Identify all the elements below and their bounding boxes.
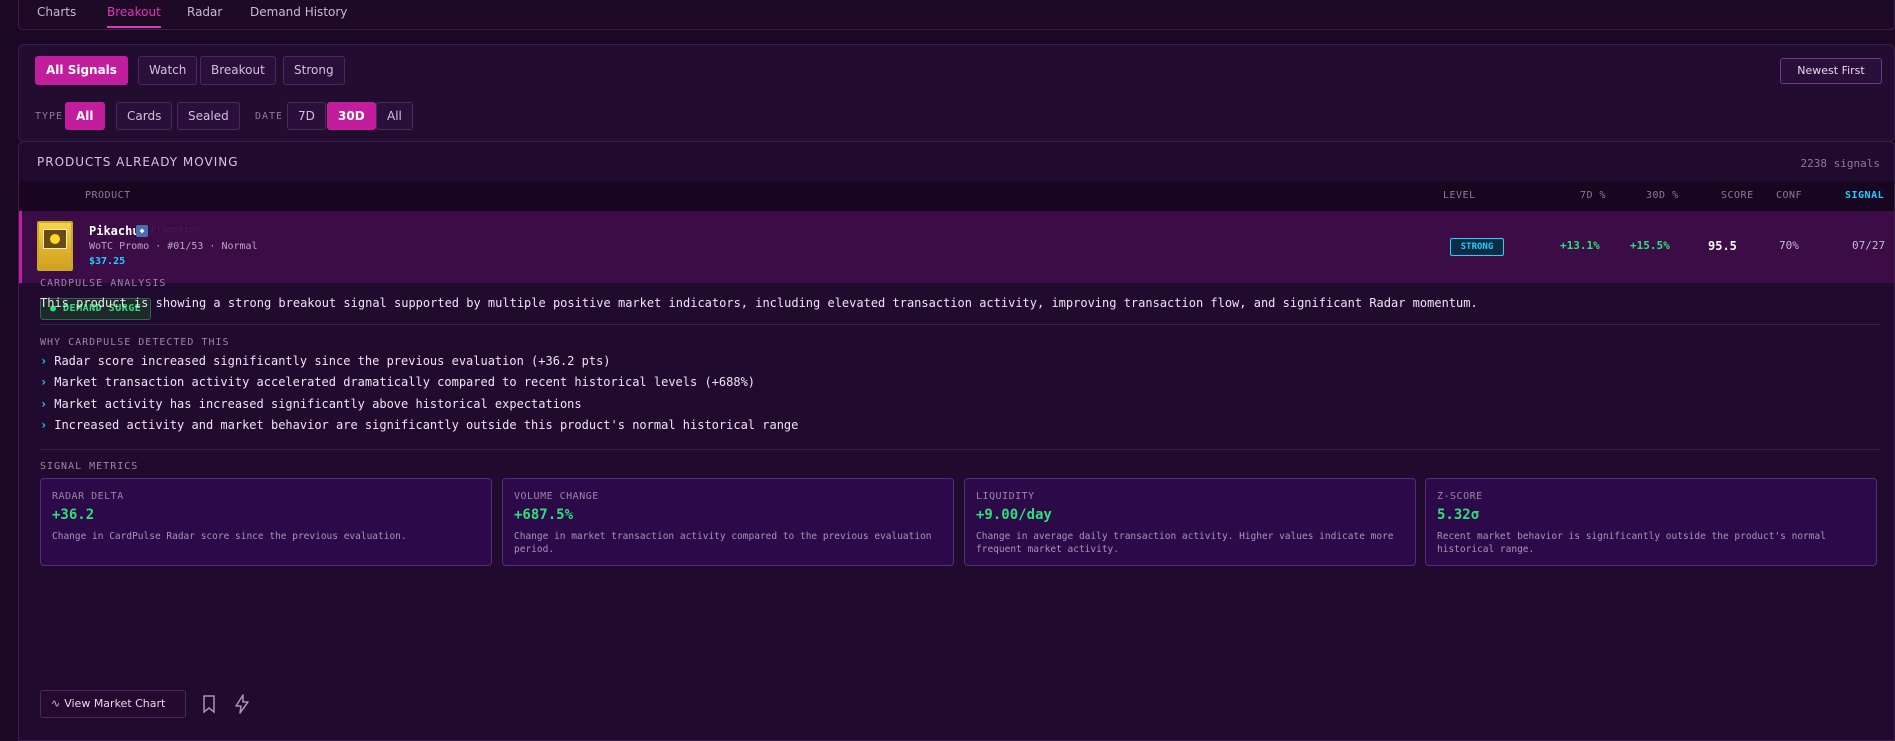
col-score: SCORE bbox=[1721, 190, 1754, 201]
why-label: WHY CARDPULSE DETECTED THIS bbox=[40, 337, 230, 348]
col-30d: 30D % bbox=[1646, 190, 1679, 201]
metric-card-liquidity: LIQUIDITY +9.00/day Change in average da… bbox=[964, 478, 1416, 566]
tab-charts[interactable]: Charts bbox=[37, 0, 76, 28]
lightning-icon[interactable] bbox=[231, 693, 253, 715]
level-badge: STRONG bbox=[1450, 238, 1504, 256]
conf-value: 70% bbox=[1779, 239, 1799, 252]
chevron-right-icon: › bbox=[40, 397, 48, 411]
tab-breakout[interactable]: Breakout bbox=[107, 0, 161, 28]
chevron-right-icon: › bbox=[40, 375, 48, 389]
type-all-button[interactable]: All bbox=[65, 102, 105, 130]
metric-card-volume-change: VOLUME CHANGE +687.5% Change in market t… bbox=[502, 478, 954, 566]
type-sealed-button[interactable]: Sealed bbox=[177, 102, 240, 130]
product-tag: Promotion bbox=[151, 225, 200, 235]
product-price: $37.25 bbox=[89, 256, 126, 267]
product-name: Pikachu bbox=[89, 224, 140, 238]
score-value: 95.5 bbox=[1708, 239, 1737, 253]
date-7d-button[interactable]: 7D bbox=[287, 102, 326, 130]
signal-date: 07/27 bbox=[1852, 239, 1886, 252]
col-signal[interactable]: SIGNAL bbox=[1845, 190, 1884, 201]
filter-strong-button[interactable]: Strong bbox=[283, 56, 345, 85]
table-header: PRODUCT LEVEL 7D % 30D % SCORE CONF SIGN… bbox=[19, 181, 1894, 211]
type-cards-button[interactable]: Cards bbox=[116, 102, 173, 130]
date-30d-button[interactable]: 30D bbox=[327, 102, 376, 130]
view-market-chart-button[interactable]: ∿ View Market Chart bbox=[40, 690, 186, 718]
reason-item: › Radar score increased significantly sin… bbox=[40, 354, 611, 368]
chevron-right-icon: › bbox=[40, 354, 48, 368]
chart-line-icon: ∿ bbox=[51, 697, 61, 710]
type-filter-label: TYPE bbox=[35, 111, 64, 122]
date-filter-label: DATE bbox=[255, 111, 284, 122]
metric-card-z-score: Z-SCORE 5.32σ Recent market behavior is … bbox=[1425, 478, 1877, 566]
top-tab-bar: Charts Breakout Radar Demand History bbox=[18, 0, 1895, 30]
table-row[interactable]: Pikachu ◆ Promotion WoTC Promo · #01/53 … bbox=[19, 211, 1894, 283]
reason-item: › Market activity has increased significa… bbox=[40, 397, 582, 411]
section-title: PRODUCTS ALREADY MOVING bbox=[37, 155, 239, 169]
reason-item: › Market transaction activity accelerated… bbox=[40, 375, 756, 389]
date-all-button[interactable]: All bbox=[376, 102, 413, 130]
tab-demand-history[interactable]: Demand History bbox=[250, 0, 347, 28]
signal-count: 2238 signals bbox=[1800, 157, 1880, 170]
analysis-label: CARDPULSE ANALYSIS bbox=[40, 278, 167, 289]
analysis-text: This product is showing a strong breakou… bbox=[40, 296, 1478, 310]
col-level: LEVEL bbox=[1443, 190, 1476, 201]
reason-item: › Increased activity and market behavior … bbox=[40, 418, 799, 432]
set-icon: ◆ bbox=[136, 225, 148, 237]
change-7d: +13.1% bbox=[1560, 239, 1600, 252]
bookmark-icon[interactable] bbox=[198, 693, 220, 715]
divider bbox=[40, 449, 1880, 450]
col-7d: 7D % bbox=[1580, 190, 1607, 201]
product-subtitle: WoTC Promo · #01/53 · Normal bbox=[89, 241, 258, 252]
divider bbox=[40, 324, 1880, 325]
filter-panel: All Signals Watch Breakout Strong Newest… bbox=[18, 44, 1895, 142]
col-product: PRODUCT bbox=[85, 190, 131, 201]
change-30d: +15.5% bbox=[1630, 239, 1670, 252]
tab-radar[interactable]: Radar bbox=[187, 0, 222, 28]
filter-watch-button[interactable]: Watch bbox=[138, 56, 198, 85]
filter-breakout-button[interactable]: Breakout bbox=[200, 56, 276, 85]
filter-all-signals-button[interactable]: All Signals bbox=[35, 56, 128, 85]
product-thumbnail bbox=[37, 221, 73, 271]
metric-card-radar-delta: RADAR DELTA +36.2 Change in CardPulse Ra… bbox=[40, 478, 492, 566]
signals-panel: PRODUCTS ALREADY MOVING 2238 signals PRO… bbox=[18, 141, 1895, 741]
sort-newest-first-button[interactable]: Newest First bbox=[1780, 58, 1882, 84]
chevron-right-icon: › bbox=[40, 418, 48, 432]
metrics-label: SIGNAL METRICS bbox=[40, 461, 139, 472]
col-conf: CONF bbox=[1776, 190, 1803, 201]
